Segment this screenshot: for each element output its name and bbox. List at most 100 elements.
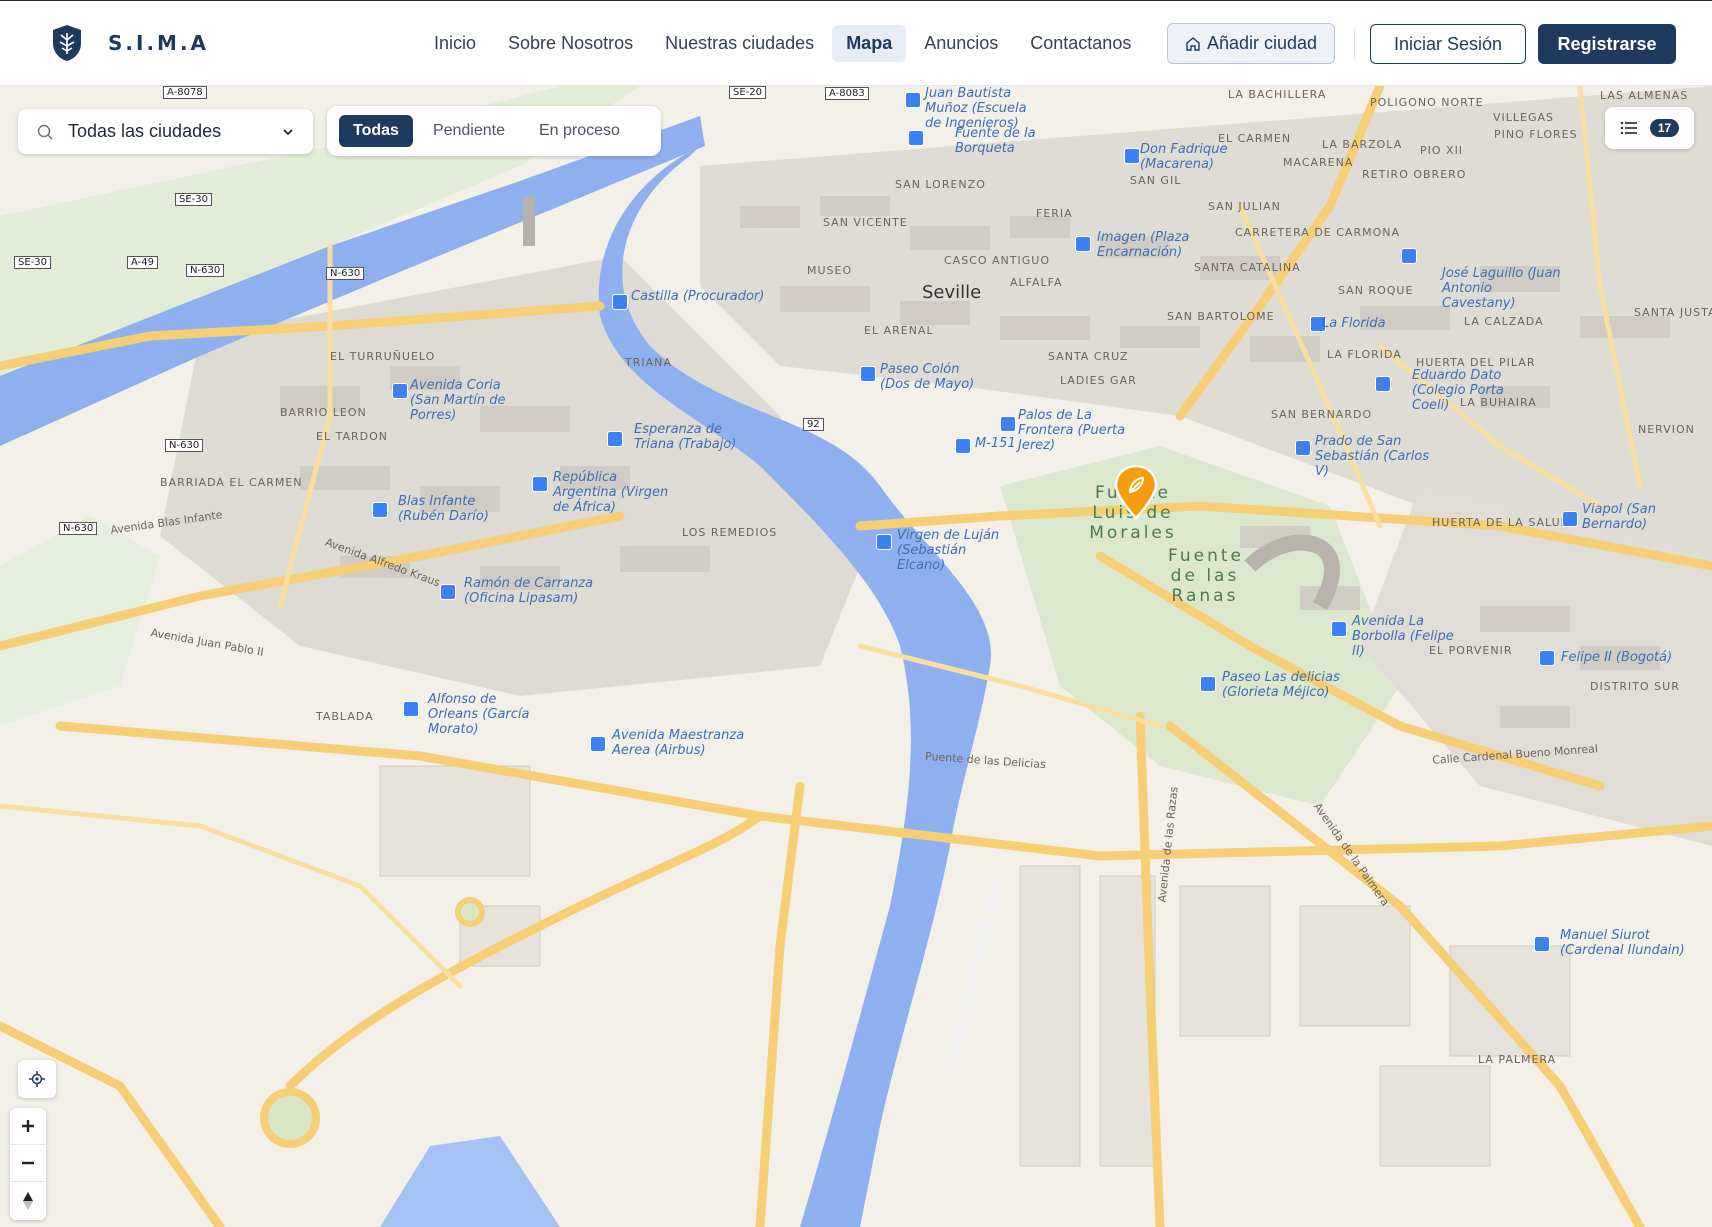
- home-icon: [1186, 36, 1200, 51]
- brand[interactable]: S.I.M.A: [50, 23, 209, 63]
- district-label: FERIA: [1036, 207, 1073, 220]
- status-filter-group: Todas Pendiente En proceso: [327, 106, 661, 156]
- bus-stop-icon[interactable]: [392, 383, 408, 399]
- district-label: SANTA JUSTA: [1634, 306, 1712, 319]
- road-shield: SE-20: [729, 86, 766, 99]
- bus-stop-icon[interactable]: [1562, 511, 1578, 527]
- bus-stop-icon[interactable]: [1331, 621, 1347, 637]
- district-label: SANTA CATALINA: [1194, 261, 1301, 274]
- nav-link-mapa[interactable]: Mapa: [832, 24, 907, 62]
- shield-tree-icon: [53, 25, 81, 61]
- filter-todas[interactable]: Todas: [339, 115, 413, 147]
- bus-stop-label: Esperanza de Triana (Trabajo): [634, 422, 737, 452]
- district-label: SANTA CRUZ: [1048, 350, 1129, 363]
- bus-stop-icon[interactable]: [955, 438, 971, 454]
- bus-stop-icon[interactable]: [403, 701, 419, 717]
- bus-stop-icon[interactable]: [908, 130, 924, 146]
- bus-stop-icon[interactable]: [532, 476, 548, 492]
- district-label: CARRETERA DE CARMONA: [1235, 226, 1400, 239]
- bus-stop-label: Paseo Las delicias (Glorieta Méjico): [1222, 670, 1340, 700]
- register-button[interactable]: Registrarse: [1538, 24, 1676, 64]
- district-label: LA CALZADA: [1464, 315, 1544, 328]
- login-button[interactable]: Iniciar Sesión: [1370, 24, 1526, 64]
- road-shield: N-630: [326, 267, 365, 280]
- bus-stop-icon[interactable]: [440, 584, 456, 600]
- district-label: SAN ROQUE: [1338, 284, 1414, 297]
- nav-link-contactanos[interactable]: Contactanos: [1016, 25, 1145, 62]
- bus-stop-icon[interactable]: [1075, 236, 1091, 252]
- brand-name: S.I.M.A: [108, 31, 210, 55]
- bus-stop-icon[interactable]: [1000, 416, 1016, 432]
- bus-stop-label: Virgen de Luján (Sebastián Elcano): [897, 528, 1000, 573]
- district-label: LOS REMEDIOS: [682, 526, 778, 539]
- district-label: NERVION: [1638, 423, 1695, 436]
- bus-stop-icon[interactable]: [607, 431, 623, 447]
- road-shield: A-8078: [163, 86, 207, 99]
- list-count-badge: 17: [1649, 119, 1680, 137]
- bus-stop-label: Eduardo Dato (Colegio Porta Coeli): [1412, 368, 1504, 413]
- compass-button[interactable]: [10, 1182, 46, 1219]
- bus-stop-label: Castilla (Procurador): [631, 289, 765, 304]
- bus-stop-icon[interactable]: [1401, 248, 1417, 264]
- zoom-in-button[interactable]: [10, 1108, 46, 1145]
- district-label: TRIANA: [625, 356, 672, 369]
- plus-icon: [22, 1120, 34, 1132]
- district-label: SAN BARTOLOME: [1167, 310, 1275, 323]
- minus-icon: [22, 1161, 34, 1165]
- road-shield: N-630: [59, 522, 98, 535]
- nav-link-inicio[interactable]: Inicio: [420, 25, 490, 62]
- district-label: SAN VICENTE: [823, 216, 908, 229]
- bus-stop-icon[interactable]: [372, 502, 388, 518]
- district-label: EL TURRUÑUELO: [330, 350, 436, 363]
- add-city-button[interactable]: Añadir ciudad: [1167, 23, 1335, 64]
- bus-stop-icon[interactable]: [1295, 440, 1311, 456]
- bus-stop-icon[interactable]: [590, 736, 606, 752]
- bus-stop-label: Don Fadrique (Macarena): [1140, 142, 1228, 172]
- bus-stop-icon[interactable]: [876, 534, 892, 550]
- city-label: Seville: [922, 282, 982, 303]
- city-select[interactable]: Todas las ciudades: [18, 109, 313, 154]
- district-label: PIO XII: [1420, 144, 1464, 157]
- main-nav: Inicio Sobre Nosotros Nuestras ciudades …: [420, 23, 1145, 63]
- bus-stop-label: Felipe II (Bogotá): [1561, 650, 1673, 665]
- district-label: HUERTA DE LA SALUD: [1432, 516, 1571, 529]
- bus-stop-icon[interactable]: [1124, 148, 1140, 164]
- bus-stop-label: Palos de La Frontera (Puerta Jerez): [1018, 408, 1126, 453]
- district-label: LAS ALMENAS: [1600, 89, 1689, 102]
- district-label: ALFALFA: [1010, 276, 1063, 289]
- nav-link-nuestras-ciudades[interactable]: Nuestras ciudades: [651, 25, 828, 62]
- bus-stop-icon[interactable]: [1539, 650, 1555, 666]
- bus-stop-label: Blas Infante (Rubén Darío): [398, 494, 489, 524]
- bus-stop-label: Avenida Coria (San Martín de Porres): [410, 378, 506, 423]
- road-shield: SE-30: [14, 256, 51, 269]
- search-icon: [37, 124, 53, 140]
- bus-stop-icon[interactable]: [1534, 936, 1550, 952]
- district-label: BARRIO LEON: [280, 406, 367, 419]
- bus-stop-icon[interactable]: [1200, 676, 1216, 692]
- district-label: MACARENA: [1283, 156, 1354, 169]
- district-label: TABLADA: [316, 710, 374, 723]
- bus-stop-icon[interactable]: [860, 366, 876, 382]
- district-label: LADIES GAR: [1060, 374, 1137, 387]
- road-shield: N-630: [186, 264, 225, 277]
- bus-stop-icon[interactable]: [905, 92, 921, 108]
- bus-stop-icon[interactable]: [1375, 376, 1391, 392]
- district-label: SAN BERNARDO: [1271, 408, 1373, 421]
- locate-icon: [29, 1071, 45, 1087]
- nav-link-sobre-nosotros[interactable]: Sobre Nosotros: [494, 25, 647, 62]
- incident-marker-icon[interactable]: [1113, 464, 1159, 520]
- nav-link-anuncios[interactable]: Anuncios: [910, 25, 1012, 62]
- road-shield: SE-30: [175, 193, 212, 206]
- locate-me-button[interactable]: [18, 1060, 56, 1098]
- park-label: Fuente de las Ranas: [1168, 546, 1244, 606]
- bus-stop-label: Imagen (Plaza Encarnación): [1097, 230, 1190, 260]
- zoom-out-button[interactable]: [10, 1145, 46, 1182]
- bus-stop-icon[interactable]: [612, 294, 628, 310]
- filter-pendiente[interactable]: Pendiente: [419, 115, 519, 147]
- district-label: BARRIADA EL CARMEN: [160, 476, 303, 489]
- district-label: DISTRITO SUR: [1590, 680, 1680, 693]
- district-label: LA BACHILLERA: [1228, 88, 1327, 101]
- filter-en-proceso[interactable]: En proceso: [525, 115, 634, 147]
- list-toggle-button[interactable]: 17: [1605, 107, 1694, 149]
- map-canvas[interactable]: A-8078 SE-30 SE-30 SE-20 A-8083 A-49 N-6…: [0, 86, 1712, 1227]
